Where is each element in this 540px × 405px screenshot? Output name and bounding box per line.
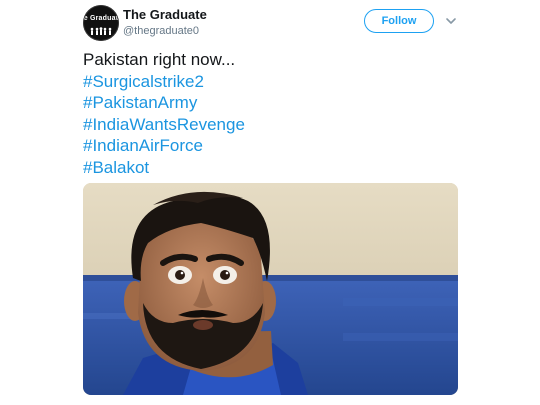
man-photo-image — [83, 183, 458, 395]
hashtag-link[interactable]: #IndianAirForce — [83, 135, 483, 157]
hashtag-link[interactable]: #Balakot — [83, 157, 483, 179]
tweet-media-photo[interactable] — [83, 183, 458, 395]
hashtag-link[interactable]: #Surgicalstrike2 — [83, 71, 483, 93]
chevron-down-icon[interactable] — [443, 13, 459, 29]
author-display-name[interactable]: The Graduate — [123, 7, 207, 22]
tweet-text-line: Pakistan right now... — [83, 50, 236, 69]
follow-button[interactable]: Follow — [364, 9, 434, 33]
tweet-text: Pakistan right now... #Surgicalstrike2 #… — [83, 49, 483, 178]
hashtag-link[interactable]: #PakistanArmy — [83, 92, 483, 114]
tweet-card: e Graduat The Graduate @thegraduate0 Fol… — [0, 0, 540, 405]
avatar[interactable]: e Graduat — [83, 5, 119, 41]
author-handle[interactable]: @thegraduate0 — [123, 25, 199, 37]
hashtag-link[interactable]: #IndiaWantsRevenge — [83, 114, 483, 136]
